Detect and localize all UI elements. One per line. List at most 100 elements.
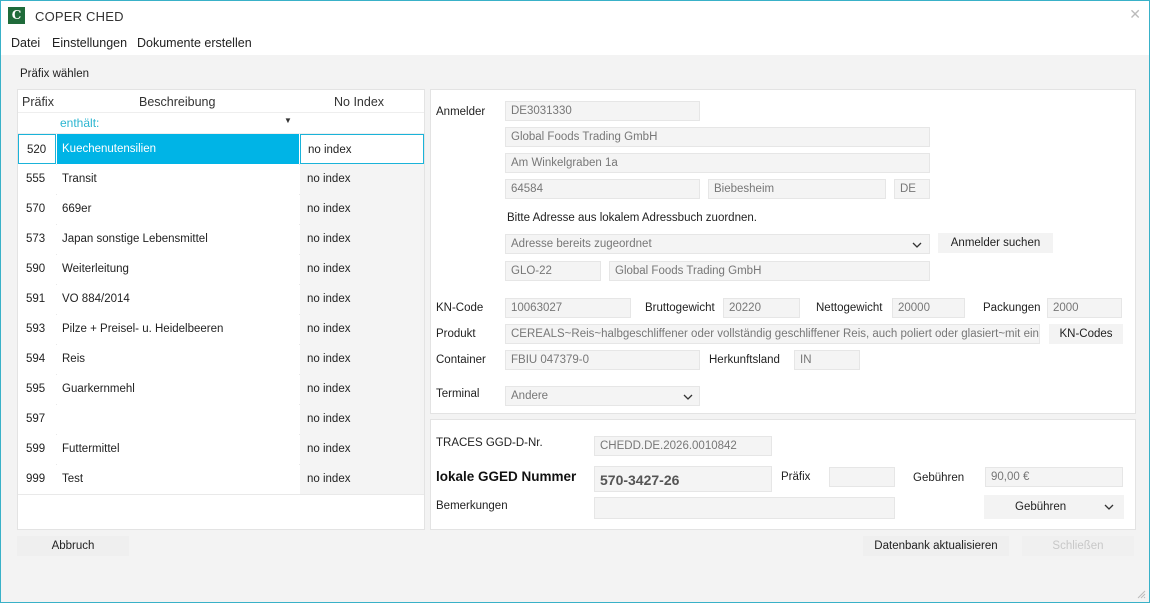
table-cell-index: no index [300,314,424,344]
cell-prefix-text: 999 [26,473,46,485]
column-header-index[interactable]: No Index [334,95,384,109]
column-header-prefix[interactable]: Präfix [22,95,54,109]
gebuehren-field[interactable]: 90,00 € [985,467,1123,487]
filter-dropdown-icon[interactable]: ▼ [284,116,292,125]
table-cell-prefix: 555 [18,164,56,194]
bruttogewicht-field[interactable]: 20220 [723,298,800,318]
anmelder-short-code-field[interactable]: GLO-22 [505,261,601,281]
anmelder-panel: Anmelder DE3031330 Global Foods Trading … [430,89,1136,414]
table-row[interactable]: 591 VO 884/2014 no index [18,284,424,315]
resize-grip-icon[interactable] [1136,589,1146,599]
chevron-down-icon[interactable] [912,240,922,250]
nettogewicht-label: Nettogewicht [816,302,883,314]
table-cell-prefix: 591 [18,284,56,314]
terminal-label: Terminal [436,388,480,400]
anmelder-zip-field[interactable]: 64584 [505,179,700,199]
bemerkungen-field[interactable] [594,497,895,519]
address-select[interactable]: Adresse bereits zugeordnet [505,234,930,254]
table-row[interactable]: 593 Pilze + Preisel- u. Heidelbeeren no in… [18,314,424,345]
prefix-section-label: Präfix wählen [20,68,90,80]
cell-index-text: no index [307,473,351,485]
kn-codes-button[interactable]: KN-Codes [1049,324,1123,344]
nettogewicht-field[interactable]: 20000 [892,298,965,318]
table-row[interactable]: 597 no index [18,404,424,435]
cell-prefix-text: 597 [26,413,46,425]
menu-einstellungen[interactable]: Einstellungen [52,36,127,50]
table-row[interactable]: 599 Futtermittel no index [18,434,424,465]
address-hint-text: Bitte Adresse aus lokalem Adressbuch zuo… [507,212,757,224]
datenbank-aktualisieren-button[interactable]: Datenbank aktualisieren [863,536,1009,556]
praefix-field[interactable] [829,467,895,487]
app-window: C COPER CHED ✕ Datei Einstellungen Dokum… [0,0,1150,603]
cell-index-text: no index [307,203,351,215]
address-select-value: Adresse bereits zugeordnet [511,238,652,250]
table-cell-description: Pilze + Preisel- u. Heidelbeeren [57,314,299,344]
table-cell-description: Reis [57,344,299,374]
close-icon[interactable]: ✕ [1129,6,1141,23]
abbruch-button[interactable]: Abbruch [17,536,129,556]
table-cell-description: Weiterleitung [57,254,299,284]
anmelder-street-field[interactable]: Am Winkelgraben 1a [505,153,930,173]
herkunftsland-field[interactable]: IN [794,350,860,370]
menu-datei[interactable]: Datei [11,36,40,50]
anmelder-id-field[interactable]: DE3031330 [505,101,700,121]
table-cell-prefix: 590 [18,254,56,284]
gebuehren-button-label: Gebühren [1015,501,1067,513]
herkunftsland-label: Herkunftsland [709,354,780,366]
column-header-description[interactable]: Beschreibung [139,95,215,109]
table-row[interactable]: 594 Reis no index [18,344,424,375]
window-title: COPER CHED [35,9,124,24]
table-cell-description: VO 884/2014 [57,284,299,314]
cell-index-text: no index [307,383,351,395]
cell-prefix-text: 595 [26,383,46,395]
table-cell-index: no index [300,224,424,254]
table-cell-description: Kuechenutensilien [57,134,299,164]
anmelder-label: Anmelder [436,106,486,118]
chevron-down-icon[interactable] [683,392,693,402]
table-cell-description: Transit [57,164,299,194]
cell-description-text: Pilze + Preisel- u. Heidelbeeren [62,323,224,335]
cell-index-text: no index [307,233,351,245]
anmelder-country-field[interactable]: DE [894,179,930,199]
container-field[interactable]: FBIU 047379-0 [505,350,700,370]
anmelder-suchen-button[interactable]: Anmelder suchen [938,233,1053,253]
cell-description-text: Reis [62,353,86,365]
cell-index-text: no index [307,293,351,305]
bruttogewicht-label: Bruttogewicht [645,302,715,314]
filter-row[interactable]: enthält: ▼ [18,112,424,134]
cell-description-text: Guarkernmehl [62,383,135,395]
table-cell-index: no index [300,194,424,224]
schliessen-button[interactable]: Schließen [1022,536,1134,556]
gged-number-field[interactable]: 570-3427-26 [594,466,772,492]
table-cell-index: no index [300,254,424,284]
anmelder-short-name-field[interactable]: Global Foods Trading GmbH [609,261,930,281]
produkt-field[interactable]: CEREALS~Reis~halbgeschliffener oder voll… [505,324,1040,344]
kn-code-field[interactable]: 10063027 [505,298,631,318]
anmelder-name-field[interactable]: Global Foods Trading GmbH [505,127,930,147]
table-cell-index: no index [300,164,424,194]
table-row[interactable]: 573 Japan sonstige Lebensmittel no index [18,224,424,255]
table-cell-description: Japan sonstige Lebensmittel [57,224,299,254]
anmelder-city-field[interactable]: Biebesheim [708,179,886,199]
table-row[interactable]: 570 669er no index [18,194,424,225]
table-row[interactable]: 555 Transit no index [18,164,424,195]
traces-number-field[interactable]: CHEDD.DE.2026.0010842 [594,436,772,456]
cell-description-text: Transit [62,173,97,185]
terminal-select[interactable]: Andere [505,386,700,406]
menu-dokumente-erstellen[interactable]: Dokumente erstellen [137,36,252,50]
gebuehren-dropdown-button[interactable]: Gebühren [984,495,1124,519]
table-row[interactable]: 520 Kuechenutensilien no index [18,134,424,165]
app-logo-icon: C [8,7,25,24]
cell-prefix-text: 555 [26,173,46,185]
table-row[interactable]: 595 Guarkernmehl no index [18,374,424,405]
table-row[interactable]: 999 Test no index [18,464,424,495]
filter-input[interactable]: enthält: [60,116,99,130]
cell-prefix-text: 591 [26,293,46,305]
table-row[interactable]: 590 Weiterleitung no index [18,254,424,285]
table-cell-prefix: 599 [18,434,56,464]
table-cell-prefix: 597 [18,404,56,434]
table-cell-description [57,404,299,434]
gebuehren-label: Gebühren [913,472,965,484]
packungen-field[interactable]: 2000 [1047,298,1122,318]
chevron-down-icon[interactable] [1104,502,1114,512]
